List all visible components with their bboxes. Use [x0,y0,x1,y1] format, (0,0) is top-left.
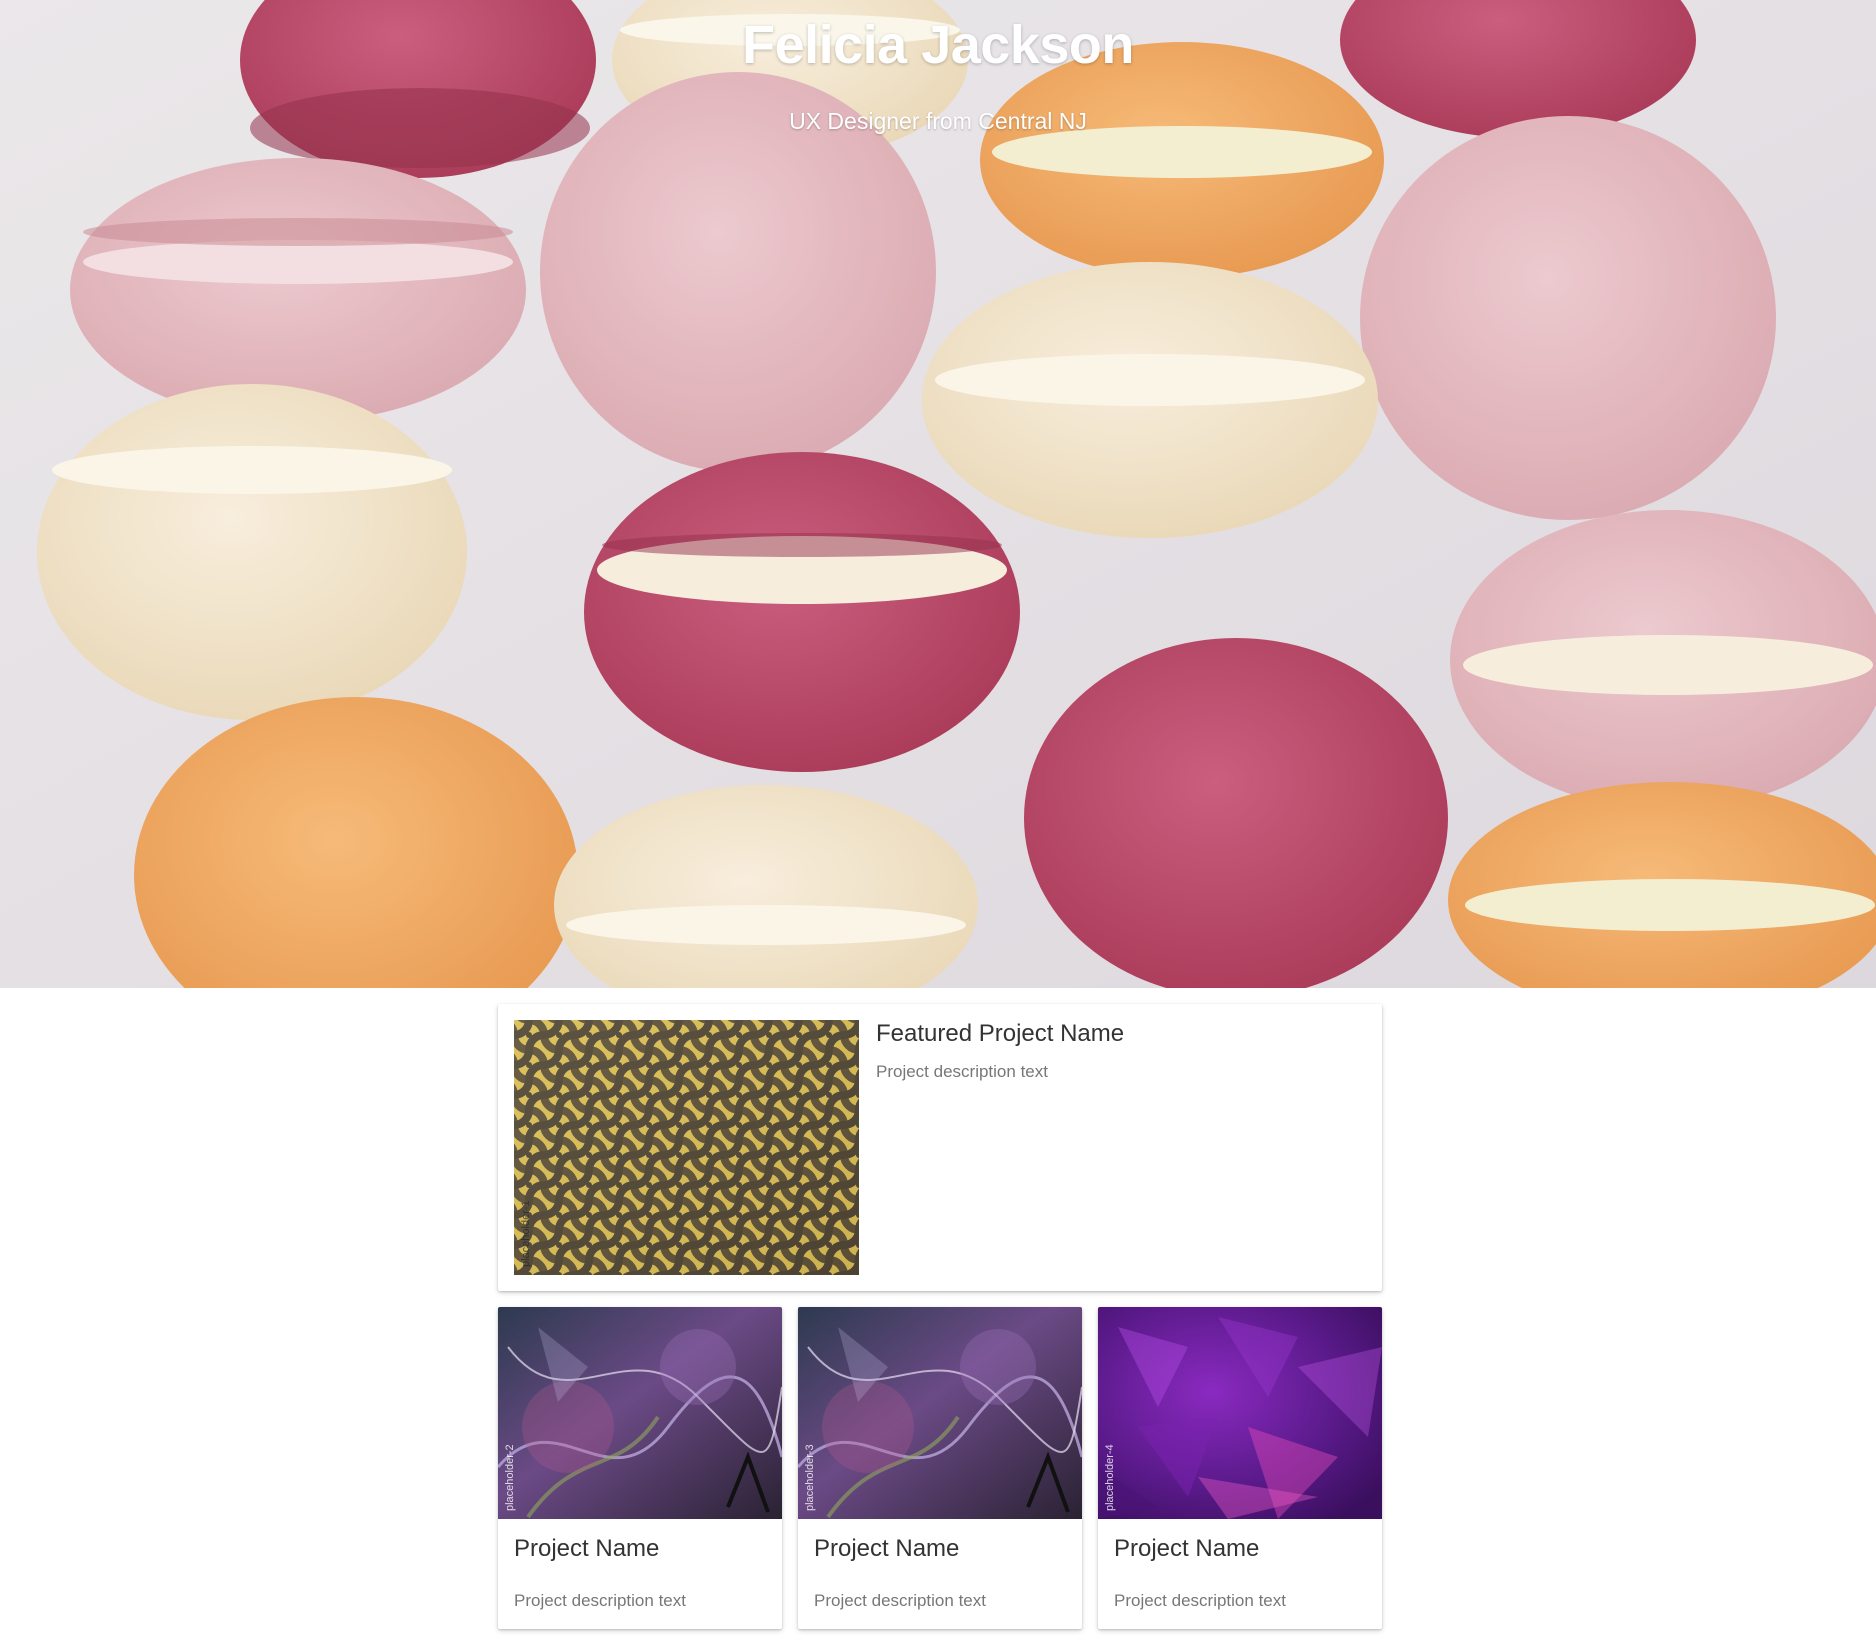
project-image[interactable]: placeholder-2 [498,1307,782,1519]
project-title[interactable]: Project Name [814,1535,959,1563]
image-placeholder-label: placeholder-1 [520,1200,532,1267]
featured-project-card[interactable]: placeholder-1 Featured Project Name Proj… [498,1004,1382,1291]
project-image[interactable]: placeholder-4 [1098,1307,1382,1519]
project-description: Project description text [1114,1591,1286,1610]
image-placeholder-label: placeholder-3 [804,1444,816,1511]
project-title[interactable]: Project Name [514,1535,659,1563]
hero-banner: Felicia Jackson UX Designer from Central… [0,0,1876,988]
project-description: Project description text [814,1591,986,1610]
project-card[interactable]: placeholder-3 Project Name Project descr… [798,1307,1082,1629]
macarons-photo [0,0,1876,988]
portfolio-page: Felicia Jackson UX Designer from Central… [0,0,1876,1636]
image-placeholder-label: placeholder-2 [504,1444,516,1511]
project-card[interactable]: placeholder-4 Project Name Project descr… [1098,1307,1382,1629]
image-placeholder-label: placeholder-4 [1104,1444,1116,1511]
project-title[interactable]: Project Name [1114,1535,1259,1563]
project-card[interactable]: placeholder-2 Project Name Project descr… [498,1307,782,1629]
abstract-art-image [498,1307,782,1519]
abstract-art-image [798,1307,1082,1519]
featured-project-image[interactable]: placeholder-1 [514,1020,859,1275]
truchet-pattern-image [514,1020,859,1275]
project-image[interactable]: placeholder-3 [798,1307,1082,1519]
featured-project-title[interactable]: Featured Project Name [876,1020,1124,1048]
hero-subtitle: UX Designer from Central NJ [789,108,1087,134]
project-description: Project description text [514,1591,686,1610]
purple-polygon-image [1098,1307,1382,1519]
featured-project-description: Project description text [876,1062,1048,1081]
hero-title: Felicia Jackson [742,15,1134,75]
